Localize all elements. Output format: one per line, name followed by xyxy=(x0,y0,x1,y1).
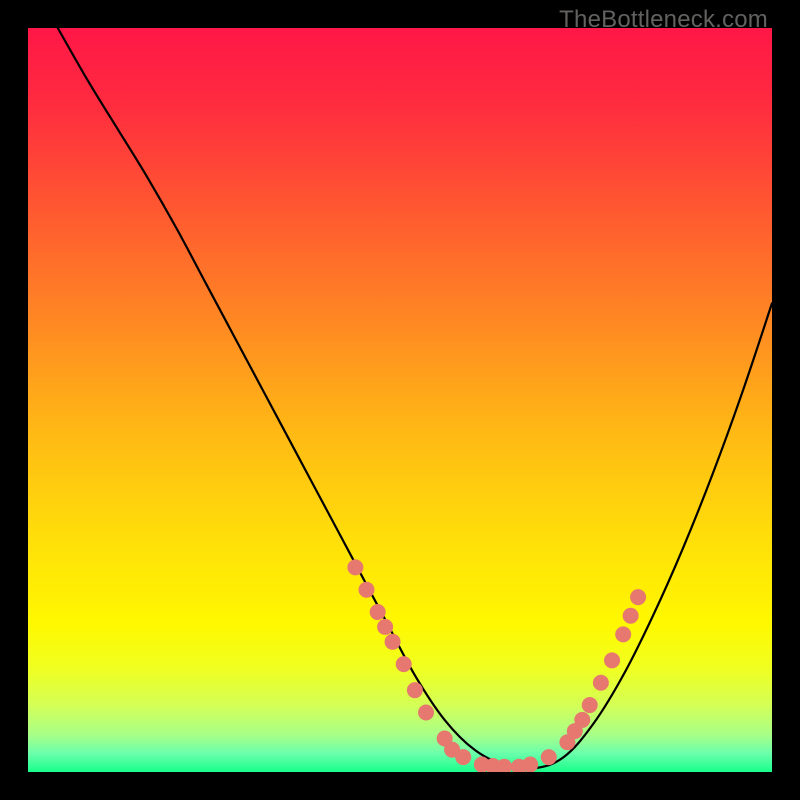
sample-point xyxy=(407,682,423,698)
sample-point xyxy=(370,604,386,620)
sample-point xyxy=(541,749,557,765)
sample-point xyxy=(359,582,375,598)
watermark-text: TheBottleneck.com xyxy=(559,6,768,34)
sample-point xyxy=(630,589,646,605)
sample-point xyxy=(593,675,609,691)
sample-point xyxy=(582,697,598,713)
sample-point xyxy=(574,712,590,728)
sample-point xyxy=(396,656,412,672)
sample-point xyxy=(455,749,471,765)
plot-area xyxy=(28,28,772,772)
sample-points-layer xyxy=(28,28,772,772)
sample-point xyxy=(418,704,434,720)
sample-point xyxy=(604,652,620,668)
sample-point xyxy=(385,634,401,650)
sample-point xyxy=(615,626,631,642)
sample-point xyxy=(347,559,363,575)
sample-point xyxy=(623,608,639,624)
sample-point xyxy=(522,757,538,772)
sample-points-group xyxy=(347,559,646,772)
sample-point xyxy=(377,619,393,635)
